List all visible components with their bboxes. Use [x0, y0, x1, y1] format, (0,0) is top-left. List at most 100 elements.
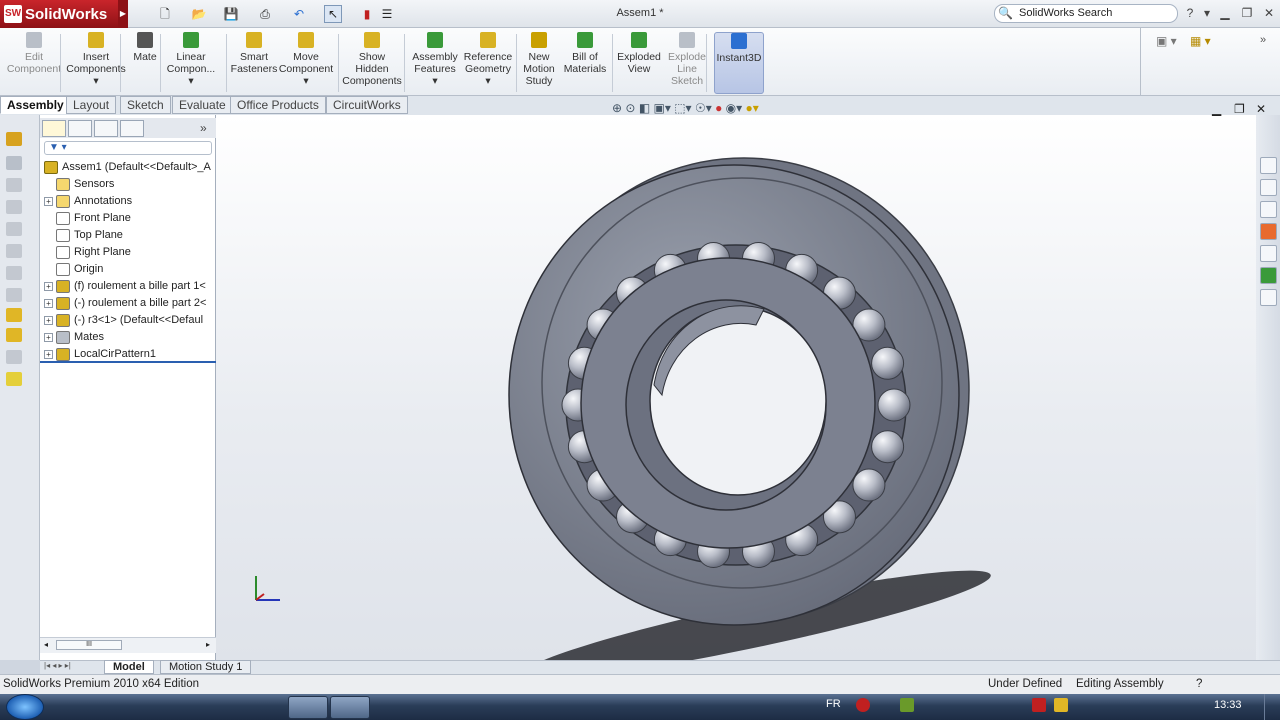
heads-up-view-toolbar[interactable]: ⊕ ⊙ ◧ ▣▾ ⬚▾ ☉▾ ● ◉▾ ●▾ [612, 101, 759, 115]
network-icon[interactable] [988, 698, 1002, 712]
tray-icon[interactable] [1120, 698, 1134, 712]
sketch-line-icon[interactable] [6, 156, 22, 170]
appearance-icon[interactable]: ● [715, 101, 722, 115]
view-settings-icon[interactable]: ●▾ [746, 101, 759, 115]
assembly-features-button[interactable]: Assembly Features ▾ [410, 32, 460, 94]
viewport-restore-icon[interactable]: ❐ [1234, 102, 1245, 116]
tray-icon[interactable] [1076, 698, 1090, 712]
panel-expand-icon[interactable]: » [200, 121, 207, 135]
clock[interactable]: 13:33 [1214, 699, 1242, 711]
pattern-tool-icon[interactable] [6, 328, 22, 342]
sketch-circle-icon[interactable] [6, 200, 22, 214]
sketch-rect-icon[interactable] [6, 178, 22, 192]
reference-geometry-button[interactable]: Reference Geometry ▾ [462, 32, 514, 94]
show-hidden-components-button[interactable]: Show Hidden Components [342, 32, 402, 94]
show-desktop-button[interactable] [1264, 694, 1280, 720]
search-results-icon[interactable] [1260, 245, 1277, 262]
new-motion-study-button[interactable]: New Motion Study [522, 32, 556, 94]
configuration-manager-tab-icon[interactable] [94, 120, 118, 137]
bill-of-materials-button[interactable]: Bill of Materials [562, 32, 608, 94]
tray-icon[interactable] [900, 698, 914, 712]
help-icon[interactable]: ? [1181, 6, 1199, 20]
file-explorer-icon[interactable] [1260, 201, 1277, 218]
tree-item[interactable]: Front Plane [44, 210, 131, 227]
home-icon[interactable] [1260, 157, 1277, 174]
minimize-icon[interactable]: ▁ [1216, 6, 1234, 20]
smart-fasteners-button[interactable]: Smart Fasteners [231, 32, 277, 94]
appearances-icon[interactable] [1260, 267, 1277, 284]
status-help-icon[interactable]: ? [1196, 675, 1202, 694]
scroll-right-icon[interactable]: ▸ [206, 640, 210, 649]
volume-icon[interactable] [1010, 698, 1024, 712]
tray-icon[interactable] [966, 698, 980, 712]
search-input[interactable]: 🔍 SolidWorks Search [994, 4, 1178, 23]
tray-icon[interactable] [878, 698, 892, 712]
app-icon[interactable] [244, 696, 284, 719]
bottom-tab-motion-study[interactable]: Motion Study 1 [160, 660, 252, 674]
tray-icon[interactable] [922, 698, 936, 712]
expand-icon[interactable]: + [44, 282, 53, 291]
gom-icon[interactable] [200, 696, 240, 719]
solidworks-task-icon[interactable] [288, 696, 328, 719]
solidworks-tray-icon[interactable] [1032, 698, 1046, 712]
tree-item[interactable]: + Mates [44, 329, 104, 346]
tree-filter-input[interactable]: ▼ ▾ [44, 141, 212, 155]
tree-item[interactable]: Sensors [44, 176, 114, 193]
tree-item[interactable]: + (-) r3<1> (Default<<Defaul [44, 312, 203, 329]
viewport-close-icon[interactable]: ✕ [1256, 102, 1266, 116]
sketch-spline-icon[interactable] [6, 244, 22, 258]
feature-tree-tab-icon[interactable] [42, 120, 66, 137]
tray-icon[interactable] [1186, 698, 1200, 712]
smart-dimension-icon[interactable] [6, 132, 22, 146]
display-style-icon[interactable]: ☉▾ [695, 101, 712, 115]
recorder-task-icon[interactable] [330, 696, 370, 719]
bluetooth-icon[interactable] [944, 698, 958, 712]
expand-icon[interactable]: + [44, 333, 53, 342]
help-dropdown-icon[interactable]: ▾ [1198, 6, 1216, 20]
tree-root[interactable]: Assem1 (Default<<Default>_A [44, 159, 211, 176]
view-palette-icon[interactable] [1260, 223, 1277, 240]
tree-item[interactable]: + (f) roulement a bille part 1< [44, 278, 206, 295]
scroll-left-icon[interactable]: ◂ [44, 640, 48, 649]
tree-item[interactable]: Origin [44, 261, 103, 278]
viewport-minimize-icon[interactable]: ▁ [1212, 102, 1221, 116]
mirror-icon[interactable] [6, 308, 22, 322]
expand-icon[interactable]: + [44, 350, 53, 359]
relations-icon[interactable] [6, 350, 22, 364]
scene-icon[interactable]: ◉▾ [726, 101, 743, 115]
expand-icon[interactable]: + [44, 299, 53, 308]
edit-component-button[interactable]: Edit Component [7, 32, 61, 94]
quick-snaps-icon[interactable] [6, 372, 22, 386]
view-layers-icon[interactable]: ▣ ▾ [1156, 34, 1177, 48]
expand-toolbar-icon[interactable]: » [1260, 34, 1266, 46]
tab-office-products[interactable]: Office Products [230, 96, 326, 114]
tab-navigation-icons[interactable]: |◂ ◂ ▸ ▸| [44, 661, 71, 670]
tray-icon[interactable] [1164, 698, 1178, 712]
exploded-view-button[interactable]: Exploded View [616, 32, 662, 94]
instant3d-button[interactable]: Instant3D [714, 32, 764, 94]
previous-view-icon[interactable]: ◧ [639, 101, 650, 115]
display-manager-tab-icon[interactable] [120, 120, 144, 137]
language-indicator[interactable]: FR [826, 698, 841, 710]
scroll-thumb[interactable]: III [56, 640, 122, 650]
bottom-tab-model[interactable]: Model [104, 660, 154, 674]
tab-evaluate[interactable]: Evaluate [172, 96, 233, 114]
zoom-to-area-icon[interactable]: ⊙ [625, 101, 635, 115]
custom-properties-icon[interactable] [1260, 289, 1277, 306]
sketch-arc-icon[interactable] [6, 222, 22, 236]
tree-item[interactable]: Right Plane [44, 244, 131, 261]
record-tray-icon[interactable] [856, 698, 870, 712]
media-player-icon[interactable] [70, 696, 110, 719]
tree-item[interactable]: Top Plane [44, 227, 123, 244]
expand-icon[interactable]: + [44, 197, 53, 206]
restore-icon[interactable]: ❐ [1238, 6, 1256, 20]
start-button-icon[interactable] [6, 694, 44, 720]
tray-icon[interactable] [1054, 698, 1068, 712]
chrome-icon[interactable] [158, 696, 198, 719]
expand-icon[interactable]: + [44, 316, 53, 325]
linear-pattern-button[interactable]: Linear Compon... ▾ [164, 32, 218, 94]
sketch-trim-icon[interactable] [6, 288, 22, 302]
graphics-viewport[interactable] [216, 115, 1256, 680]
zoom-to-fit-icon[interactable]: ⊕ [612, 101, 622, 115]
insert-components-button[interactable]: Insert Components ▾ [66, 32, 126, 94]
